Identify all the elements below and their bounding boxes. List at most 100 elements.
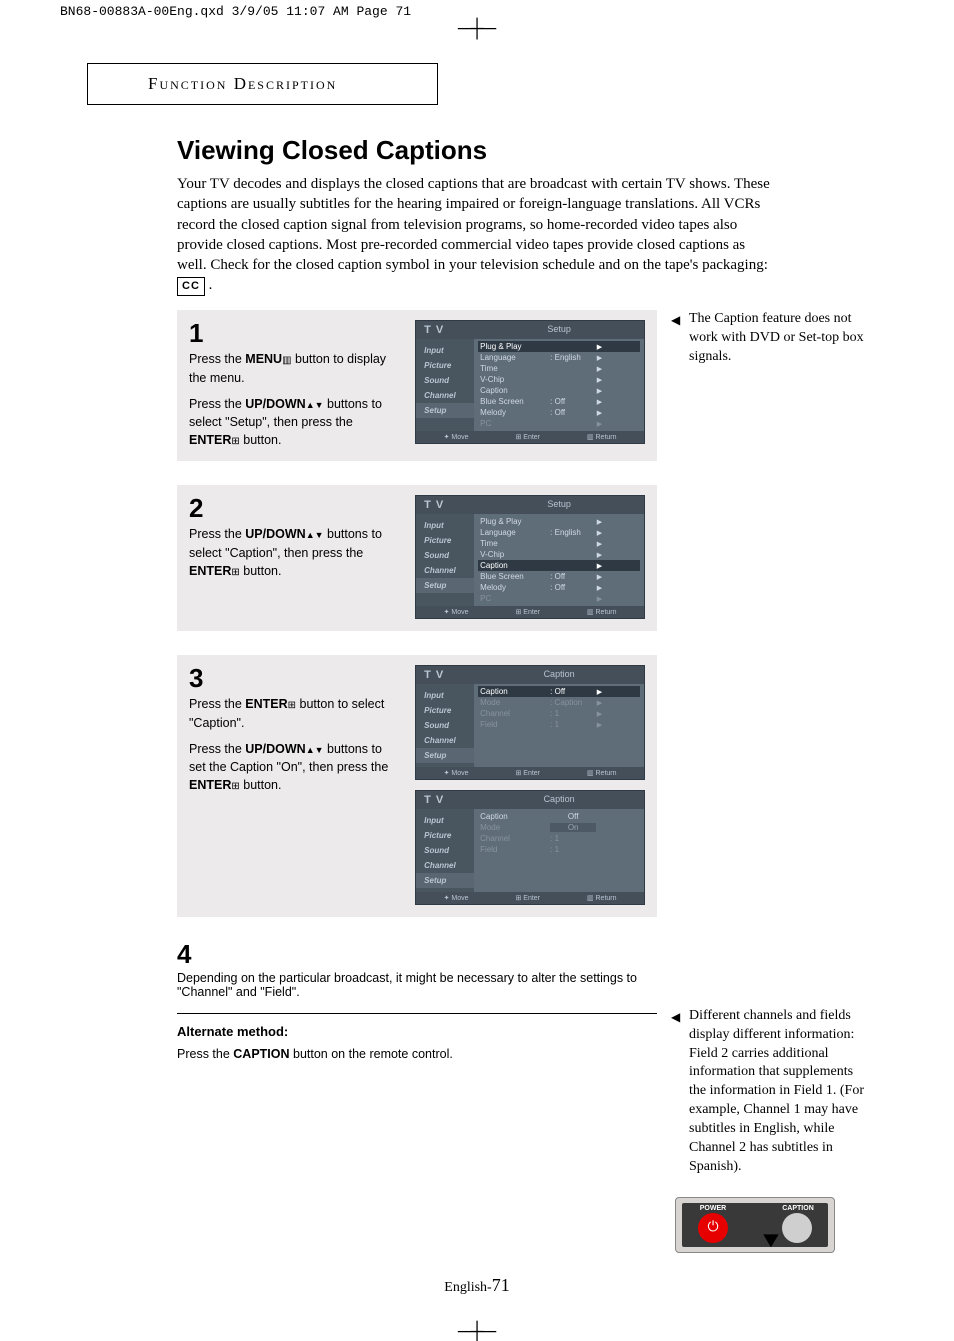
alt-title: Alternate method: (177, 1024, 657, 1039)
f: ✦ Move (444, 769, 469, 777)
side-input: Input (416, 343, 474, 358)
f: ✦ Move (444, 608, 469, 616)
osd-side: Input Picture Sound Channel Setup (416, 339, 474, 431)
v: : English (550, 353, 596, 362)
updown-icon (306, 397, 324, 411)
f: ⊞ Enter (515, 769, 540, 777)
arrow-icon: ▶ (596, 562, 602, 570)
f: ✦ Move (444, 894, 469, 902)
r: Melody (480, 583, 550, 592)
t: button. (240, 433, 282, 447)
arrow-icon: ▶ (596, 551, 602, 559)
side-picture: Picture (416, 358, 474, 373)
enter-icon (231, 564, 239, 578)
osd-tv: T V (416, 791, 474, 809)
v: : Off (550, 572, 596, 581)
arrow-icon: ▶ (596, 529, 602, 537)
section-title: Function Description (87, 63, 438, 105)
side-sound: Sound (416, 843, 474, 858)
osd-tab: Caption (474, 791, 644, 809)
step-4-box: 4 Depending on the particular broadcast,… (177, 941, 657, 1061)
osd-main: Caption: Off▶ Mode: Caption▶ Channel: 1▶… (474, 684, 644, 767)
side-channel: Channel (416, 563, 474, 578)
step-4-num: 4 (177, 941, 657, 967)
osd-step2: T V Setup Input Picture Sound Channel Set… (415, 495, 645, 619)
f: ⊞ Enter (515, 894, 540, 902)
arrow-icon: ▶ (596, 354, 602, 362)
t: Press the (189, 742, 245, 756)
r: Channel (480, 709, 550, 718)
osd-side: Input Picture Sound Channel Setup (416, 514, 474, 606)
arrow-icon: ▶ (596, 409, 602, 417)
t: Press the (189, 697, 245, 711)
f: ⊞ Enter (515, 608, 540, 616)
footer-prefix: English- (444, 1280, 491, 1295)
r: Time (480, 364, 550, 373)
enter-label: ENTER (245, 697, 287, 711)
side-input: Input (416, 813, 474, 828)
r: Mode (480, 698, 550, 707)
updown-label: UP/DOWN (245, 527, 305, 541)
step-2-text: 2 Press the UP/DOWN buttons to select "C… (189, 495, 401, 619)
v: : Off (550, 408, 596, 417)
v: : 1 (550, 845, 596, 854)
r: Language (480, 353, 550, 362)
pointer-arrow-icon: ▼ (758, 1225, 784, 1255)
osd-side: Input Picture Sound Channel Setup (416, 809, 474, 892)
side-channel: Channel (416, 388, 474, 403)
step-3-num: 3 (189, 665, 401, 691)
r: PC (480, 594, 550, 603)
arrow-icon: ▶ (596, 343, 602, 351)
side-setup: Setup (416, 403, 474, 418)
osd-main: Plug & Play▶ Language: English▶ Time▶ V-… (474, 514, 644, 606)
enter-icon (231, 778, 239, 792)
step-1-num: 1 (189, 320, 401, 346)
arrow-icon: ▶ (596, 376, 602, 384)
page: Function Description Viewing Closed Capt… (77, 63, 877, 1326)
side-picture: Picture (416, 828, 474, 843)
r: Melody (480, 408, 550, 417)
t: Press the (189, 527, 245, 541)
r: PC (480, 419, 550, 428)
osd-tv: T V (416, 496, 474, 514)
arrow-icon: ▶ (596, 721, 602, 729)
side-setup: Setup (416, 748, 474, 763)
arrow-icon: ▶ (596, 584, 602, 592)
side-setup: Setup (416, 873, 474, 888)
step-3-text: 3 Press the ENTER button to select "Capt… (189, 665, 401, 905)
r: Caption (480, 812, 550, 821)
side-sound: Sound (416, 718, 474, 733)
arrow-icon: ▶ (596, 365, 602, 373)
side-input: Input (416, 518, 474, 533)
f: ✦ Move (444, 433, 469, 441)
page-number: 71 (492, 1275, 510, 1295)
arrow-icon: ▶ (596, 398, 602, 406)
caption-label: CAPTION (781, 1204, 815, 1213)
r: Language (480, 528, 550, 537)
f: ▥ Return (587, 894, 617, 902)
t: Press the (189, 352, 245, 366)
right-column: The Caption feature does not work with D… (675, 310, 867, 1253)
crop-mark-bottom: ─┼─ (0, 1326, 954, 1336)
enter-label: ENTER (189, 433, 231, 447)
osd-main: Plug & Play▶ Language: English▶ Time▶ V-… (474, 339, 644, 431)
r: Plug & Play (480, 517, 550, 526)
updown-label: UP/DOWN (245, 742, 305, 756)
intro-paragraph: Your TV decodes and displays the closed … (177, 174, 777, 296)
step-4-text: Depending on the particular broadcast, i… (177, 971, 657, 999)
side-setup: Setup (416, 578, 474, 593)
r: Plug & Play (480, 342, 550, 351)
side-channel: Channel (416, 858, 474, 873)
note-top: The Caption feature does not work with D… (675, 310, 867, 367)
osd-tab: Caption (474, 666, 644, 684)
r: Blue Screen (480, 397, 550, 406)
enter-icon (288, 697, 296, 711)
r: V-Chip (480, 375, 550, 384)
osd-tv: T V (416, 666, 474, 684)
r: Caption (480, 561, 550, 570)
r: Field (480, 720, 550, 729)
page-footer: English-71 (87, 1275, 867, 1296)
v: : 1 (550, 834, 596, 843)
power-button (698, 1213, 728, 1243)
osd-step1: T VSetup Input Picture Sound Channel Set… (415, 320, 645, 444)
